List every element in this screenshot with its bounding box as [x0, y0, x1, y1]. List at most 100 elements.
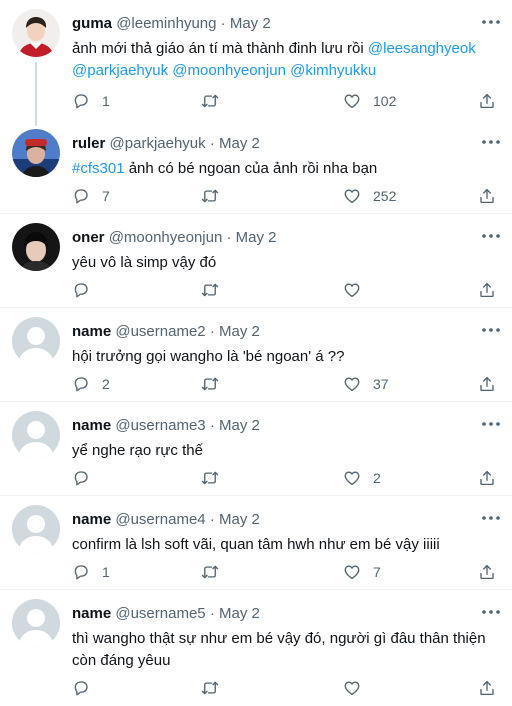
username[interactable]: @username3 [115, 417, 205, 434]
retweet-button[interactable] [201, 678, 231, 698]
reply-icon [72, 563, 90, 581]
display-name[interactable]: name [72, 605, 111, 622]
share-button[interactable] [478, 562, 496, 582]
timestamp[interactable]: May 2 [219, 511, 260, 528]
reply-count: 1 [102, 93, 110, 109]
username[interactable]: @username5 [115, 605, 205, 622]
mention-link[interactable]: @leesanghyeok [368, 40, 476, 57]
default-avatar-icon [12, 505, 60, 553]
like-button[interactable]: 37 [343, 374, 389, 394]
timestamp[interactable]: May 2 [219, 323, 260, 340]
display-name[interactable]: ruler [72, 135, 105, 152]
tweet-guma[interactable]: guma @leeminhyung · May 2 ảnh mới thả gi… [0, 0, 512, 120]
like-button[interactable]: 252 [343, 186, 396, 206]
separator-dot: · [209, 323, 215, 340]
retweet-icon [201, 469, 219, 487]
separator-dot: · [209, 417, 215, 434]
avatar[interactable] [12, 129, 60, 177]
share-icon [478, 469, 496, 487]
avatar[interactable] [12, 223, 60, 271]
tweet-oner[interactable]: oner @moonhyeonjun · May 2 yêu vô là sim… [0, 214, 512, 308]
like-button[interactable] [343, 280, 373, 300]
like-button[interactable]: 102 [343, 91, 396, 111]
retweet-button[interactable] [201, 374, 231, 394]
timestamp[interactable]: May 2 [230, 15, 271, 32]
display-name[interactable]: name [72, 323, 111, 340]
timestamp[interactable]: May 2 [219, 417, 260, 434]
retweet-button[interactable] [201, 468, 231, 488]
display-name[interactable]: name [72, 511, 111, 528]
reply-button[interactable]: 7 [72, 186, 110, 206]
reply-count: 2 [102, 376, 110, 392]
reply-count: 1 [102, 564, 110, 580]
tweet-ruler[interactable]: ruler @parkjaehyuk · May 2 #cfs301 ảnh c… [0, 120, 512, 214]
timestamp[interactable]: May 2 [236, 229, 277, 246]
avatar[interactable] [12, 9, 60, 57]
avatar[interactable] [12, 317, 60, 365]
separator-dot: · [226, 229, 232, 246]
tweet-text: #cfs301 ảnh có bé ngoan của ảnh rồi nha … [72, 160, 378, 177]
timestamp[interactable]: May 2 [219, 135, 260, 152]
reply-count: 7 [102, 188, 110, 204]
avatar[interactable] [12, 505, 60, 553]
heart-icon [343, 281, 361, 299]
reply-button[interactable]: 1 [72, 91, 110, 111]
avatar[interactable] [12, 411, 60, 459]
more-icon[interactable] [480, 136, 502, 148]
reply-icon [72, 187, 90, 205]
display-name[interactable]: oner [72, 229, 105, 246]
heart-icon [343, 563, 361, 581]
retweet-button[interactable] [201, 91, 231, 111]
share-button[interactable] [478, 186, 496, 206]
retweet-button[interactable] [201, 186, 231, 206]
retweet-button[interactable] [201, 280, 231, 300]
share-icon [478, 281, 496, 299]
more-icon[interactable] [480, 16, 502, 28]
hashtag-link[interactable]: #cfs301 [72, 160, 125, 177]
mention-link[interactable]: @kimhyukku [290, 62, 376, 79]
display-name[interactable]: guma [72, 15, 112, 32]
reply-button[interactable] [72, 468, 102, 488]
more-icon[interactable] [480, 606, 502, 618]
like-button[interactable]: 7 [343, 562, 381, 582]
tweet-text: confirm là lsh soft vãi, quan tâm hwh nh… [72, 536, 440, 553]
like-count: 2 [373, 470, 381, 486]
timestamp[interactable]: May 2 [219, 605, 260, 622]
display-name[interactable]: name [72, 417, 111, 434]
tweet-text: yêu vô là simp vậy đó [72, 254, 217, 271]
more-icon[interactable] [480, 324, 502, 336]
more-icon[interactable] [480, 230, 502, 242]
like-count: 102 [373, 93, 397, 109]
mention-link[interactable]: @parkjaehyuk [72, 62, 168, 79]
share-button[interactable] [478, 678, 496, 698]
retweet-icon [201, 187, 219, 205]
username[interactable]: @parkjaehyuk [110, 135, 206, 152]
more-icon[interactable] [480, 418, 502, 430]
default-avatar-icon [12, 317, 60, 365]
share-button[interactable] [478, 91, 496, 111]
username[interactable]: @username4 [115, 511, 205, 528]
retweet-button[interactable] [201, 562, 231, 582]
like-button[interactable]: 2 [343, 468, 381, 488]
tweet-username3[interactable]: name @username3 · May 2 yể nghe rạo rực … [0, 402, 512, 496]
share-button[interactable] [478, 468, 496, 488]
username[interactable]: @username2 [115, 323, 205, 340]
share-button[interactable] [478, 374, 496, 394]
username[interactable]: @moonhyeonjun [109, 229, 223, 246]
username[interactable]: @leeminhyung [116, 15, 216, 32]
share-button[interactable] [478, 280, 496, 300]
more-icon[interactable] [480, 512, 502, 524]
reply-button[interactable] [72, 280, 102, 300]
separator-dot: · [220, 15, 226, 32]
avatar[interactable] [12, 599, 60, 647]
tweet-username2[interactable]: name @username2 · May 2 hội trưởng gọi w… [0, 308, 512, 402]
reply-button[interactable]: 1 [72, 562, 110, 582]
tweet-username4[interactable]: name @username4 · May 2 confirm là lsh s… [0, 496, 512, 590]
reply-button[interactable]: 2 [72, 374, 110, 394]
reply-button[interactable] [72, 678, 102, 698]
like-button[interactable] [343, 678, 373, 698]
separator-dot: · [209, 511, 215, 528]
mention-link[interactable]: @moonhyeonjun [172, 62, 286, 79]
like-count: 37 [373, 376, 389, 392]
tweet-username5[interactable]: name @username5 · May 2 thì wangho thật … [0, 590, 512, 706]
